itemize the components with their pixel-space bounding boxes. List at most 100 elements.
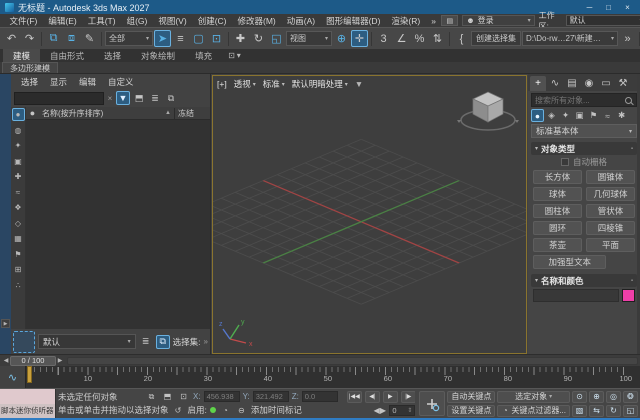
zoom-extents-all-icon[interactable]: ❂ xyxy=(623,390,638,403)
explorer-object-list[interactable] xyxy=(26,120,210,329)
zoom-icon[interactable]: ⊙ xyxy=(572,390,587,403)
category-systems-icon[interactable]: ✱ xyxy=(615,109,628,122)
selection-lock-icon[interactable]: ⬒ xyxy=(161,391,174,403)
absolute-mode-icon[interactable]: ⊡ xyxy=(177,391,190,403)
ribbon-display-dropdown[interactable]: ⊡ ▾ xyxy=(222,49,247,62)
tab-motion[interactable]: ◉ xyxy=(581,76,597,91)
zoom-extents-icon[interactable]: ◎ xyxy=(606,390,621,403)
dock-expand-button[interactable]: ▶ xyxy=(1,319,10,328)
menu-animation[interactable]: 动画(A) xyxy=(281,15,320,27)
menu-edit[interactable]: 编辑(E) xyxy=(43,15,82,27)
next-frame-button[interactable]: ▶ xyxy=(56,357,64,364)
remove-tag-icon[interactable]: ⊖ xyxy=(235,404,248,416)
select-and-manipulate-button[interactable]: ✛ xyxy=(351,30,368,47)
menu-tools[interactable]: 工具(T) xyxy=(82,15,121,27)
object-name-field[interactable] xyxy=(533,289,619,302)
pyramid-button[interactable]: 四棱锥 xyxy=(586,221,635,235)
display-cameras-icon[interactable]: ▣ xyxy=(12,155,25,168)
category-shapes-icon[interactable]: ◈ xyxy=(545,109,558,122)
tab-modify[interactable]: ∿ xyxy=(547,76,563,91)
record-target-icon[interactable]: ◔ xyxy=(219,404,232,416)
view-cube[interactable] xyxy=(456,80,520,136)
display-lights-icon[interactable]: ✦ xyxy=(12,139,25,152)
explorer-menu-select[interactable]: 选择 xyxy=(15,76,44,88)
selection-filter-dropdown[interactable]: 全部 ▾ xyxy=(105,31,153,46)
menu-overflow[interactable]: » xyxy=(426,16,442,26)
redo-button[interactable]: ↷ xyxy=(21,30,38,47)
key-filters-button[interactable]: ◔ 关键点过滤器... xyxy=(497,404,570,417)
geosphere-button[interactable]: 几何球体 xyxy=(586,187,635,201)
reference-coordinate-dropdown[interactable]: 视图 ▾ xyxy=(286,31,332,46)
menu-modifiers[interactable]: 修改器(M) xyxy=(232,15,281,27)
menu-file[interactable]: 文件(F) xyxy=(4,15,43,27)
explorer-search-input[interactable] xyxy=(14,91,104,105)
select-and-scale-button[interactable]: ◱ xyxy=(268,30,285,47)
snaps-toggle[interactable]: 3 xyxy=(375,30,392,47)
filter-funnel-icon[interactable]: ▼ xyxy=(116,91,130,105)
z-coordinate-field[interactable]: 0.0 xyxy=(301,391,338,403)
play-button[interactable]: ▶ xyxy=(382,390,398,403)
adaptive-degradation-icon[interactable]: ↺ xyxy=(172,404,185,416)
explorer-preset-dropdown[interactable]: 默认 ▾ xyxy=(38,334,136,349)
sign-in-button[interactable]: ☻ 登录 ▾ xyxy=(462,15,535,26)
select-and-move-button[interactable]: ✚ xyxy=(232,30,249,47)
footer-overflow-icon[interactable]: » xyxy=(204,337,208,346)
display-space-warps-icon[interactable]: ≈ xyxy=(12,186,25,199)
category-lights-icon[interactable]: ✦ xyxy=(559,109,572,122)
viewport-perview-menu[interactable]: 标准 ▾ xyxy=(263,78,285,90)
ribbon-tab-selection[interactable]: 选择 xyxy=(94,49,131,62)
display-helpers-icon[interactable]: ✚ xyxy=(12,170,25,183)
rectangular-selection-region-button[interactable]: ▢ xyxy=(190,30,207,47)
tube-button[interactable]: 管状体 xyxy=(586,204,635,218)
box-button[interactable]: 长方体 xyxy=(533,170,582,184)
display-containers-icon[interactable]: ⚑ xyxy=(12,248,25,261)
viewport-shading-menu[interactable]: 默认明暗处理 ▾ xyxy=(292,78,348,90)
previous-frame-button[interactable]: ◀ xyxy=(2,357,10,364)
project-folder-dropdown[interactable]: D:\Do-rw…27\新建文件夹 ▾ xyxy=(522,31,618,46)
explorer-menu-edit[interactable]: 编辑 xyxy=(73,76,102,88)
tab-hierarchy[interactable]: ▤ xyxy=(564,76,580,91)
display-misc-icon[interactable]: ∴ xyxy=(12,279,25,292)
category-helpers-icon[interactable]: ⚑ xyxy=(587,109,600,122)
zoom-all-icon[interactable]: ⊕ xyxy=(589,390,604,403)
edit-named-selection-sets-button[interactable]: { xyxy=(453,30,470,47)
name-color-rollout-header[interactable]: ▾ 名称和颜色 ▪ xyxy=(531,274,637,287)
spinner-snap-toggle[interactable]: ⇅ xyxy=(429,30,446,47)
object-type-rollout-header[interactable]: ▾ 对象类型 ▪ xyxy=(531,142,637,155)
percent-snap-toggle[interactable]: % xyxy=(411,30,428,47)
viewport-general-menu[interactable]: [+] xyxy=(217,79,227,89)
frame-step-icon[interactable]: ◀▶ xyxy=(373,404,386,416)
go-to-end-button[interactable]: |▶ xyxy=(400,390,416,403)
ribbon-tab-freeform[interactable]: 自由形式 xyxy=(40,49,94,62)
workspace-select[interactable]: 默认 ▾ xyxy=(565,15,640,26)
current-frame-spinner[interactable]: 0 ⇕ xyxy=(389,404,416,416)
orbit-icon[interactable]: ↻ xyxy=(606,404,621,417)
pan-icon[interactable]: ⇆ xyxy=(589,404,604,417)
use-pivot-point-button[interactable]: ⊕ xyxy=(333,30,350,47)
toolbar-overflow-button[interactable]: » xyxy=(619,30,636,47)
sync-selection-icon[interactable]: ⧉ xyxy=(155,334,170,349)
polygon-modeling-panel[interactable]: 多边形建模 xyxy=(2,62,58,73)
time-slider-handle[interactable]: 0 / 100 xyxy=(10,355,56,366)
select-link-icon[interactable]: ⧉ xyxy=(45,30,62,47)
display-bones-icon[interactable]: ▦ xyxy=(12,232,25,245)
menu-rendering[interactable]: 渲染(R) xyxy=(386,15,426,27)
teapot-button[interactable]: 茶壶 xyxy=(533,238,582,252)
explorer-dock-icon[interactable] xyxy=(13,330,35,353)
category-geometry-icon[interactable]: ● xyxy=(531,109,544,122)
object-color-swatch[interactable] xyxy=(622,289,635,302)
zoom-region-icon[interactable]: ▧ xyxy=(572,404,587,417)
tab-display[interactable]: ▭ xyxy=(598,76,614,91)
select-children-icon[interactable]: ⧉ xyxy=(164,91,178,105)
cone-button[interactable]: 圆锥体 xyxy=(586,170,635,184)
category-cameras-icon[interactable]: ▣ xyxy=(573,109,586,122)
undo-button[interactable]: ↶ xyxy=(3,30,20,47)
object-search-input[interactable] xyxy=(532,95,625,105)
display-geometry-icon[interactable]: ● xyxy=(11,108,25,121)
previous-key-button[interactable]: ◀| xyxy=(364,390,380,403)
category-space-warps-icon[interactable]: ≈ xyxy=(601,109,614,122)
isolate-selection-icon[interactable]: ⧉ xyxy=(145,391,158,403)
select-and-rotate-button[interactable]: ↻ xyxy=(250,30,267,47)
display-materials-icon[interactable]: ⊞ xyxy=(12,263,25,276)
go-to-start-button[interactable]: |◀◀ xyxy=(346,390,362,403)
